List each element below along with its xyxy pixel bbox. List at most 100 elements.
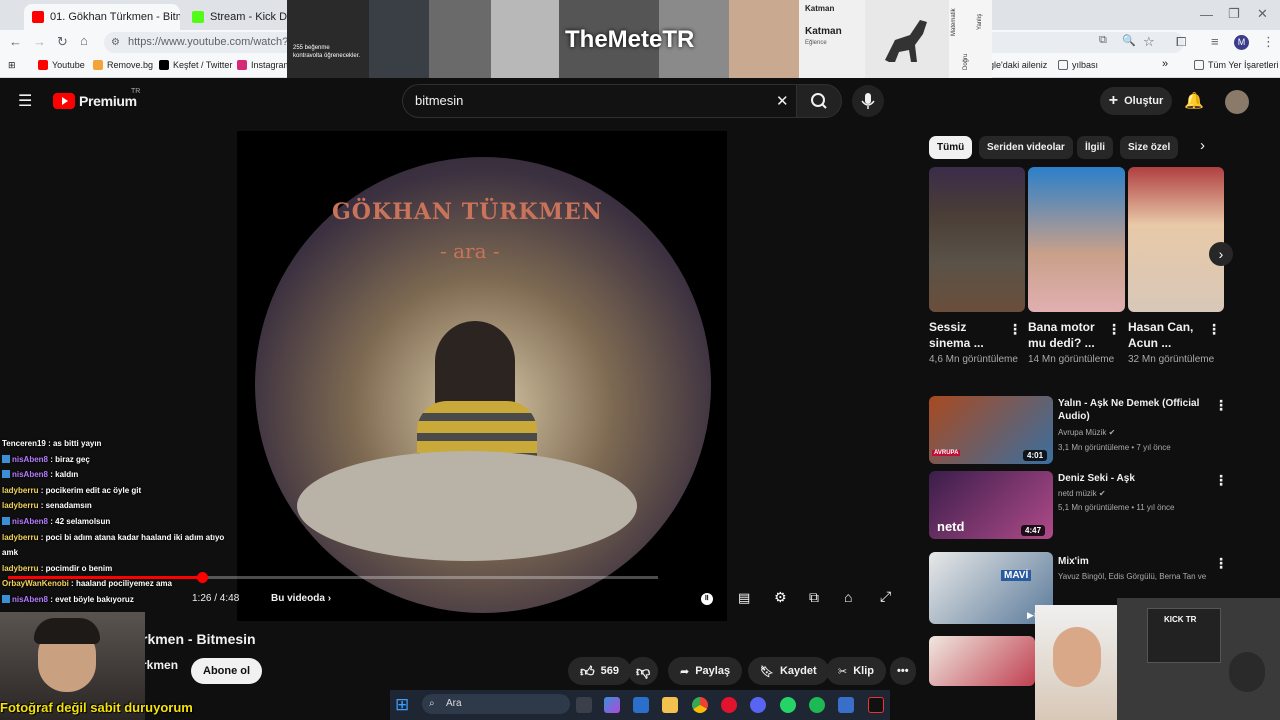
kick-overlay-panel: KICK TR [1117, 598, 1280, 720]
miniplayer-icon[interactable]: ⧉ [809, 589, 819, 606]
removebg-icon [93, 60, 103, 70]
bookmark-star-icon[interactable]: ☆ [1143, 34, 1155, 50]
discord-icon[interactable] [750, 697, 766, 713]
more-actions-button[interactable]: ••• [890, 657, 916, 685]
account-avatar[interactable] [1225, 90, 1249, 114]
store-icon[interactable] [838, 697, 854, 713]
bookmark-instagram[interactable]: Instagram [237, 60, 291, 70]
minimize-icon[interactable]: — [1200, 7, 1213, 22]
hamburger-menu-icon[interactable]: ☰ [18, 91, 32, 111]
shorts-next-button[interactable]: › [1209, 242, 1233, 266]
short-thumbnail[interactable] [929, 167, 1025, 312]
settings-gear-icon[interactable]: ⚙ [774, 589, 787, 606]
site-info-icon[interactable]: ⚙ [111, 32, 120, 53]
capcut-icon[interactable] [868, 697, 884, 713]
zoom-icon[interactable]: 🔍 [1122, 34, 1136, 47]
maximize-icon[interactable]: ❐ [1228, 6, 1240, 22]
share-icon: ➦ [680, 665, 690, 678]
dislike-button[interactable]: 👎︎ [628, 657, 659, 685]
menu-kebab-icon[interactable]: ⋮ [1262, 34, 1275, 50]
short-title[interactable]: Hasan Can, Acun ... [1128, 319, 1210, 351]
chip-series[interactable]: Seriden videolar [979, 136, 1073, 159]
bookmark-twitter[interactable]: Keşfet / Twitter [159, 60, 232, 70]
reload-icon[interactable]: ↻ [57, 34, 68, 50]
more-bookmarks-icon[interactable]: » [1162, 58, 1168, 70]
save-button[interactable]: 🔖︎ Kaydet [748, 657, 829, 685]
short-menu-icon[interactable]: ⋮ [1107, 321, 1121, 338]
short-menu-icon[interactable]: ⋮ [1207, 321, 1221, 338]
chat-message: OrbayWanKenobi : haaland pociliyemez ama [2, 579, 172, 589]
chip-for-you[interactable]: Size özel [1120, 136, 1179, 159]
media-icon[interactable]: ≡ [1211, 34, 1219, 49]
chat-username: ladyberru [2, 532, 39, 542]
spotify-icon[interactable] [809, 697, 825, 713]
profile-avatar[interactable]: M [1234, 35, 1249, 50]
bookmark-family[interactable]: gle'daki aileniz [989, 60, 1047, 70]
autoplay-toggle[interactable]: ॥ [701, 593, 713, 605]
chips-next-icon[interactable]: › [1200, 137, 1205, 154]
notifications-bell-icon[interactable]: 🔔 [1184, 91, 1204, 111]
tab-kick[interactable]: Stream - Kick Dashboa [184, 4, 288, 30]
tab-youtube[interactable]: 01. Gökhan Türkmen - Bitm 🔊 ✕ [24, 4, 180, 30]
chrome-icon[interactable] [692, 697, 708, 713]
video-menu-icon[interactable]: ⋮ [1214, 555, 1228, 572]
channel-name[interactable]: Avrupa Müzik ✔ [1058, 427, 1115, 439]
opera-icon[interactable] [721, 697, 737, 713]
short-menu-icon[interactable]: ⋮ [1008, 321, 1022, 338]
short-thumbnail[interactable] [1028, 167, 1125, 312]
chip-related[interactable]: İlgili [1077, 136, 1113, 159]
video-thumbnail[interactable]: netd 4:47 [929, 471, 1053, 539]
bookmark-removebg[interactable]: Remove.bg [93, 60, 153, 70]
home-icon[interactable]: ⌂ [80, 33, 88, 48]
search-input[interactable]: bitmesin [402, 84, 796, 118]
bookmark-youtube[interactable]: Youtube [38, 60, 85, 70]
close-window-icon[interactable]: ✕ [1257, 6, 1268, 22]
channel-name[interactable]: rkmen [142, 658, 178, 672]
voice-search-button[interactable] [852, 85, 884, 117]
file-explorer-icon[interactable] [662, 697, 678, 713]
share-button[interactable]: ➦ Paylaş [668, 657, 743, 685]
widgets-icon[interactable] [633, 697, 649, 713]
video-player[interactable]: GÖKHAN TÜRKMEN - ara - [237, 131, 727, 621]
chapter-button[interactable]: Bu videoda › [271, 593, 331, 604]
chat-username: Tenceren19 [2, 439, 46, 448]
subscribe-button[interactable]: Abone ol [191, 658, 263, 684]
chat-username: ladyberru [2, 485, 39, 495]
bookmark-all[interactable]: Tüm Yer İşaretleri [1194, 60, 1279, 70]
search-button[interactable] [796, 84, 842, 118]
apps-icon[interactable]: ⊞ [8, 60, 16, 71]
like-button[interactable]: 👍︎ 569 [568, 657, 631, 685]
task-view-icon[interactable] [576, 697, 592, 713]
subtitles-icon[interactable]: ▤ [738, 590, 750, 606]
create-button[interactable]: + Oluştur [1100, 87, 1172, 115]
video-meta: 5,1 Mn görüntüleme • 11 yıl önce [1058, 503, 1175, 512]
clear-search-icon[interactable]: ✕ [776, 92, 789, 110]
artist-hand [297, 451, 637, 561]
chat-username: nisAben8 [12, 594, 49, 604]
extensions-icon[interactable]: ⧠ [1176, 34, 1186, 50]
short-title[interactable]: Bana motor mu dedi? ... [1028, 319, 1110, 351]
forward-icon[interactable]: → [33, 34, 46, 49]
copilot-icon[interactable] [604, 697, 620, 713]
short-thumbnail[interactable] [1128, 167, 1224, 312]
short-title[interactable]: Sessiz sinema ... [929, 319, 1011, 351]
video-title[interactable]: Deniz Seki - Aşk [1058, 472, 1208, 485]
video-title[interactable]: Yalın - Aşk Ne Demek (Official Audio) [1058, 397, 1208, 423]
fullscreen-icon[interactable]: ⤢ [880, 588, 891, 605]
video-menu-icon[interactable]: ⋮ [1214, 397, 1228, 414]
video-menu-icon[interactable]: ⋮ [1214, 472, 1228, 489]
mix-title[interactable]: Mix'im [1058, 555, 1208, 568]
bookmark-yilbasi[interactable]: yılbası [1058, 60, 1098, 70]
cast-icon[interactable]: ⌂ [844, 589, 852, 605]
taskbar-search[interactable]: ⌕ Ara [422, 694, 570, 714]
channel-name[interactable]: netd müzik ✔ [1058, 488, 1106, 500]
windows-start-icon[interactable]: ⊞ [395, 695, 409, 715]
youtube-premium-logo[interactable]: Premium TR [53, 88, 140, 109]
video-thumbnail[interactable] [929, 636, 1035, 686]
back-icon[interactable]: ← [9, 34, 22, 49]
chip-all[interactable]: Tümü [929, 136, 973, 159]
clip-button[interactable]: ✂ Klip [826, 657, 886, 685]
whatsapp-icon[interactable] [780, 697, 796, 713]
video-thumbnail[interactable]: AVRUPA 4:01 [929, 396, 1053, 464]
install-icon[interactable]: ⧉ [1099, 34, 1107, 47]
